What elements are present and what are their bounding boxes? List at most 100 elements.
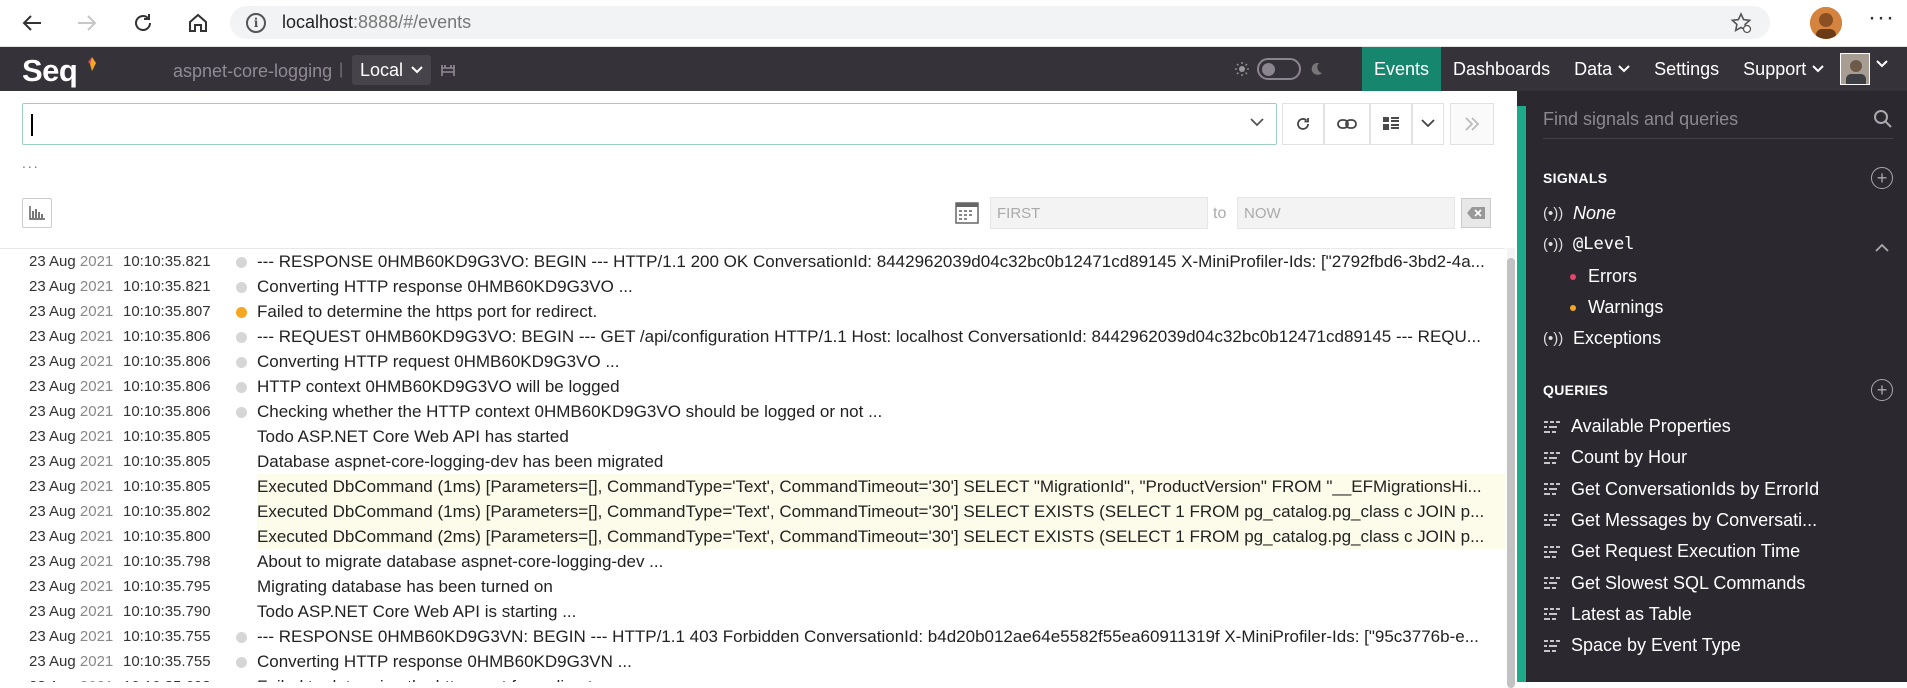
- event-list-scrollbar[interactable]: [1507, 248, 1515, 688]
- event-row[interactable]: 23 Aug 2021 10:10:35.806 HTTP context 0HMB…: [0, 374, 1505, 399]
- broadcast-icon: (•)): [1543, 205, 1564, 222]
- search-icon[interactable]: [1873, 109, 1893, 129]
- event-date: 23 Aug 2021: [29, 553, 114, 570]
- event-row[interactable]: 23 Aug 2021 10:10:35.790 Todo ASP.NET Core…: [0, 599, 1505, 624]
- event-row[interactable]: 23 Aug 2021 10:10:35.800 Executed DbComman…: [0, 524, 1505, 549]
- user-avatar[interactable]: [1840, 53, 1870, 85]
- nav-support[interactable]: Support: [1731, 47, 1836, 91]
- warnings-bullet-icon: [1570, 304, 1576, 311]
- query-item[interactable]: Latest as Table: [1543, 604, 1692, 625]
- nav-events[interactable]: Events: [1362, 47, 1442, 91]
- event-row[interactable]: 23 Aug 2021 10:10:35.805 Todo ASP.NET Core…: [0, 424, 1505, 449]
- broadcast-icon: (•)): [1543, 235, 1564, 253]
- event-date: 23 Aug 2021: [29, 603, 114, 620]
- refresh-button[interactable]: [1282, 103, 1324, 145]
- theme-switch[interactable]: [1257, 58, 1301, 80]
- query-item[interactable]: Get Messages by Conversati...: [1543, 510, 1817, 531]
- query-icon: [1544, 420, 1560, 433]
- broadcast-icon: (•)): [1543, 330, 1564, 347]
- event-date: 23 Aug 2021: [29, 428, 114, 445]
- event-row[interactable]: 23 Aug 2021 10:10:35.807 Failed to determi…: [0, 299, 1505, 324]
- query-item[interactable]: Available Properties: [1543, 416, 1731, 437]
- add-query-icon[interactable]: +: [1871, 379, 1893, 401]
- event-time: 10:10:35.800: [123, 528, 211, 545]
- browser-menu-icon[interactable]: ···: [1868, 4, 1895, 32]
- address-bar[interactable]: i localhost:8888/#/events: [230, 6, 1770, 39]
- view-mode-button[interactable]: [1370, 103, 1412, 145]
- histogram-button[interactable]: [22, 198, 52, 228]
- back-icon[interactable]: [18, 9, 46, 37]
- signal-group-level[interactable]: (•)) @Level: [1543, 234, 1634, 254]
- home-icon[interactable]: [184, 9, 212, 37]
- expand-pane-button[interactable]: [1450, 103, 1494, 145]
- date-from-input[interactable]: FIRST: [990, 197, 1208, 229]
- view-mode-dropdown[interactable]: [1412, 103, 1444, 145]
- event-row[interactable]: 23 Aug 2021 10:10:35.698 Failed to determi…: [0, 674, 1505, 683]
- event-row[interactable]: 23 Aug 2021 10:10:35.806 --- REQUEST 0HMB6…: [0, 324, 1505, 349]
- event-message: Converting HTTP response 0HMB60KD9G3VO .…: [257, 276, 633, 296]
- refresh-icon[interactable]: [129, 9, 157, 37]
- bookmark-star-icon[interactable]: [1730, 12, 1752, 39]
- refresh-icon: [1297, 118, 1309, 130]
- event-time: 10:10:35.790: [123, 603, 211, 620]
- event-row[interactable]: 23 Aug 2021 10:10:35.802 Executed DbComman…: [0, 499, 1505, 524]
- event-row[interactable]: 23 Aug 2021 10:10:35.795 Migrating databas…: [0, 574, 1505, 599]
- query-item[interactable]: Get ConversationIds by ErrorId: [1543, 479, 1819, 500]
- event-row[interactable]: 23 Aug 2021 10:10:35.821 --- RESPONSE 0HMB…: [0, 249, 1505, 274]
- seq-logo[interactable]: Seq: [22, 53, 78, 89]
- nav-settings[interactable]: Settings: [1642, 47, 1731, 91]
- signal-errors[interactable]: Errors: [1570, 266, 1637, 287]
- event-time: 10:10:35.802: [123, 503, 211, 520]
- sandbox-icon[interactable]: [440, 62, 456, 78]
- event-row[interactable]: 23 Aug 2021 10:10:35.755 Converting HTTP r…: [0, 649, 1505, 674]
- event-time: 10:10:35.806: [123, 353, 211, 370]
- query-item[interactable]: Get Request Execution Time: [1543, 541, 1800, 562]
- event-row[interactable]: 23 Aug 2021 10:10:35.798 About to migrate …: [0, 549, 1505, 574]
- event-date: 23 Aug 2021: [29, 578, 114, 595]
- chevron-up-icon[interactable]: [1875, 242, 1889, 252]
- event-date: 23 Aug 2021: [29, 628, 114, 645]
- scrollbar-thumb[interactable]: [1507, 258, 1515, 688]
- theme-toggle[interactable]: [1235, 58, 1323, 80]
- double-chevron-right-icon: [1465, 117, 1480, 131]
- event-row[interactable]: 23 Aug 2021 10:10:35.806 Checking whether …: [0, 399, 1505, 424]
- search-input[interactable]: [22, 103, 1277, 145]
- query-item[interactable]: Count by Hour: [1543, 447, 1687, 468]
- event-row[interactable]: 23 Aug 2021 10:10:35.821 Converting HTTP r…: [0, 274, 1505, 299]
- signal-warnings[interactable]: Warnings: [1570, 297, 1663, 318]
- query-item[interactable]: Space by Event Type: [1543, 635, 1741, 656]
- add-signal-icon[interactable]: +: [1871, 167, 1893, 189]
- event-time: 10:10:35.807: [123, 303, 211, 320]
- event-message: About to migrate database aspnet-core-lo…: [257, 551, 664, 571]
- forward-icon: [73, 9, 101, 37]
- level-info-icon: [236, 632, 247, 643]
- query-icon: [1544, 639, 1560, 652]
- nav-data[interactable]: Data: [1562, 47, 1642, 91]
- event-time: 10:10:35.805: [123, 478, 211, 495]
- chevron-down-icon: [1618, 65, 1630, 73]
- chevron-down-icon[interactable]: [1876, 60, 1888, 68]
- histogram-icon: [29, 206, 45, 220]
- event-row[interactable]: 23 Aug 2021 10:10:35.806 Converting HTTP r…: [0, 349, 1505, 374]
- browser-profile-avatar[interactable]: [1810, 7, 1842, 39]
- link-button[interactable]: [1324, 103, 1370, 145]
- query-ellipsis[interactable]: ...: [22, 155, 40, 171]
- event-row[interactable]: 23 Aug 2021 10:10:35.805 Database aspnet-c…: [0, 449, 1505, 474]
- date-to-input[interactable]: NOW: [1237, 197, 1455, 229]
- chevron-down-icon[interactable]: [1250, 118, 1264, 128]
- instance-selector[interactable]: Local: [352, 55, 432, 85]
- event-row[interactable]: 23 Aug 2021 10:10:35.805 Executed DbComman…: [0, 474, 1505, 499]
- event-date: 23 Aug 2021: [29, 378, 114, 395]
- event-row[interactable]: 23 Aug 2021 10:10:35.755 --- RESPONSE 0HMB…: [0, 624, 1505, 649]
- header-separator: |: [339, 61, 344, 78]
- events-main: ... FIRST to NOW 23 Aug 2021 10:10:35.821…: [0, 91, 1517, 688]
- site-info-icon[interactable]: i: [246, 12, 266, 33]
- signal-search-input[interactable]: Find signals and queries: [1543, 103, 1893, 139]
- clear-date-button[interactable]: [1461, 198, 1491, 228]
- signal-exceptions[interactable]: (•)) Exceptions: [1543, 328, 1661, 349]
- query-item[interactable]: Get Slowest SQL Commands: [1543, 573, 1805, 594]
- nav-dashboards[interactable]: Dashboards: [1441, 47, 1562, 91]
- event-time: 10:10:35.821: [123, 253, 211, 270]
- signal-none[interactable]: (•)) None: [1543, 203, 1616, 224]
- calendar-icon[interactable]: [955, 202, 979, 224]
